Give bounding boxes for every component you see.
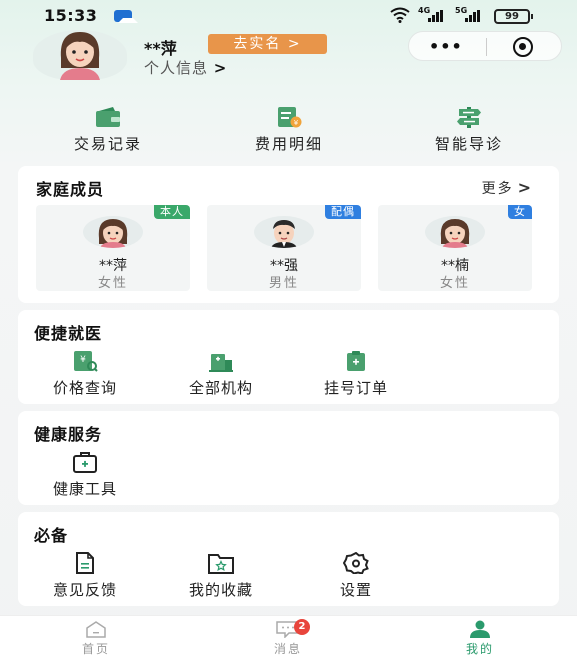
service-label: 我的收藏 [188,581,253,599]
wallet-icon [96,107,120,127]
user-name: **萍 [144,39,177,58]
family-title: 家庭成员 [36,180,105,199]
verify-identity-button[interactable]: 去实名 > [208,34,327,54]
woman-avatar-icon [60,32,100,80]
bill-icon: ¥ [278,107,302,128]
member-tag: 配偶 [325,205,361,219]
signal-bars-icon [465,10,480,22]
member-gender: 男性 [268,276,299,291]
member-tag: 女 [508,205,532,219]
service-label: 意见反馈 [52,581,117,599]
tab-label: 消息 [273,642,302,656]
woman-avatar-icon [83,216,143,248]
family-more-link[interactable]: 更多 > [482,178,533,198]
quick-action-label: 交易记录 [73,135,142,153]
family-member-card[interactable]: 女 **楠 女性 [378,205,532,291]
man-avatar-icon [254,216,314,248]
battery-icon: 99 [494,9,533,24]
tab-home[interactable]: 首页 [56,620,136,657]
service-label: 挂号订单 [323,379,388,397]
service-label: 全部机构 [188,379,253,397]
convenient-title: 便捷就医 [34,324,103,343]
avatar[interactable] [33,28,127,80]
favorites-icon [208,554,234,574]
institution-icon [209,354,233,372]
quick-action-transactions[interactable]: 交易记录 [38,106,178,154]
service-label: 价格查询 [52,379,117,397]
close-target-icon[interactable] [513,37,533,57]
essentials-card: 必备 意见反馈 我的收藏 设置 [18,512,559,606]
registration-orders-button[interactable]: 挂号订单 [301,350,411,398]
member-tag: 本人 [154,205,190,219]
all-institutions-button[interactable]: 全部机构 [166,350,276,398]
service-label: 健康工具 [52,480,117,498]
status-time: 15:33 [44,6,98,25]
tab-mine[interactable]: 我的 [440,620,520,657]
family-member-card[interactable]: 配偶 **强 男性 [207,205,361,291]
family-member-card[interactable]: 本人 **萍 女性 [36,205,190,291]
personal-info-label: 个人信息 [144,59,209,77]
feedback-icon [76,552,94,574]
more-options-icon[interactable]: ••• [429,37,463,56]
chevron-right-icon: > [213,59,228,77]
settings-icon [343,552,369,574]
bottom-tab-bar: 首页 2 消息 我的 [0,615,577,663]
quick-action-label: 费用明细 [254,135,323,153]
health-services-card: 健康服务 健康工具 [18,411,559,505]
unread-badge: 2 [294,619,310,635]
personal-info-link[interactable]: 个人信息 > [144,57,227,78]
notification-icon [114,10,132,22]
member-gender: 女性 [97,276,128,291]
health-tools-button[interactable]: 健康工具 [30,451,140,499]
quick-action-fee-details[interactable]: ¥ 费用明细 [219,106,359,154]
price-query-icon: ¥ [74,351,98,372]
family-members-card: 家庭成员 更多 > 本人 **萍 女性 配偶 **强 男性 女 **楠 女性 [18,166,559,303]
convenient-medical-card: 便捷就医 ¥ 价格查询 全部机构 挂号订单 [18,310,559,404]
signpost-icon [457,107,481,128]
medical-kit-icon [73,452,97,473]
member-gender: 女性 [439,276,470,291]
chevron-right-icon: > [517,178,533,197]
svg-text:¥: ¥ [80,355,86,365]
wifi-icon [390,7,410,23]
mini-program-capsule: ••• [408,31,562,61]
profile-icon [470,620,490,638]
registration-order-icon [347,351,365,371]
feedback-button[interactable]: 意见反馈 [30,552,140,600]
service-label: 设置 [339,581,372,599]
tab-messages[interactable]: 2 消息 [248,619,328,657]
my-favorites-button[interactable]: 我的收藏 [166,552,276,600]
health-title: 健康服务 [34,425,103,444]
tab-label: 首页 [81,642,110,656]
more-label: 更多 [481,181,514,197]
signal-bars-icon [428,10,443,22]
tab-label: 我的 [465,642,494,656]
settings-button[interactable]: 设置 [301,552,411,600]
capsule-divider [486,38,487,56]
home-icon [86,621,106,638]
svg-text:¥: ¥ [294,119,299,127]
quick-action-label: 智能导诊 [434,135,503,153]
essentials-title: 必备 [34,526,69,545]
price-query-button[interactable]: ¥ 价格查询 [30,350,140,398]
quick-action-smart-triage[interactable]: 智能导诊 [399,106,539,154]
woman-avatar-icon [425,216,485,248]
status-bar: 15:33 4G 5G 99 [0,0,577,30]
